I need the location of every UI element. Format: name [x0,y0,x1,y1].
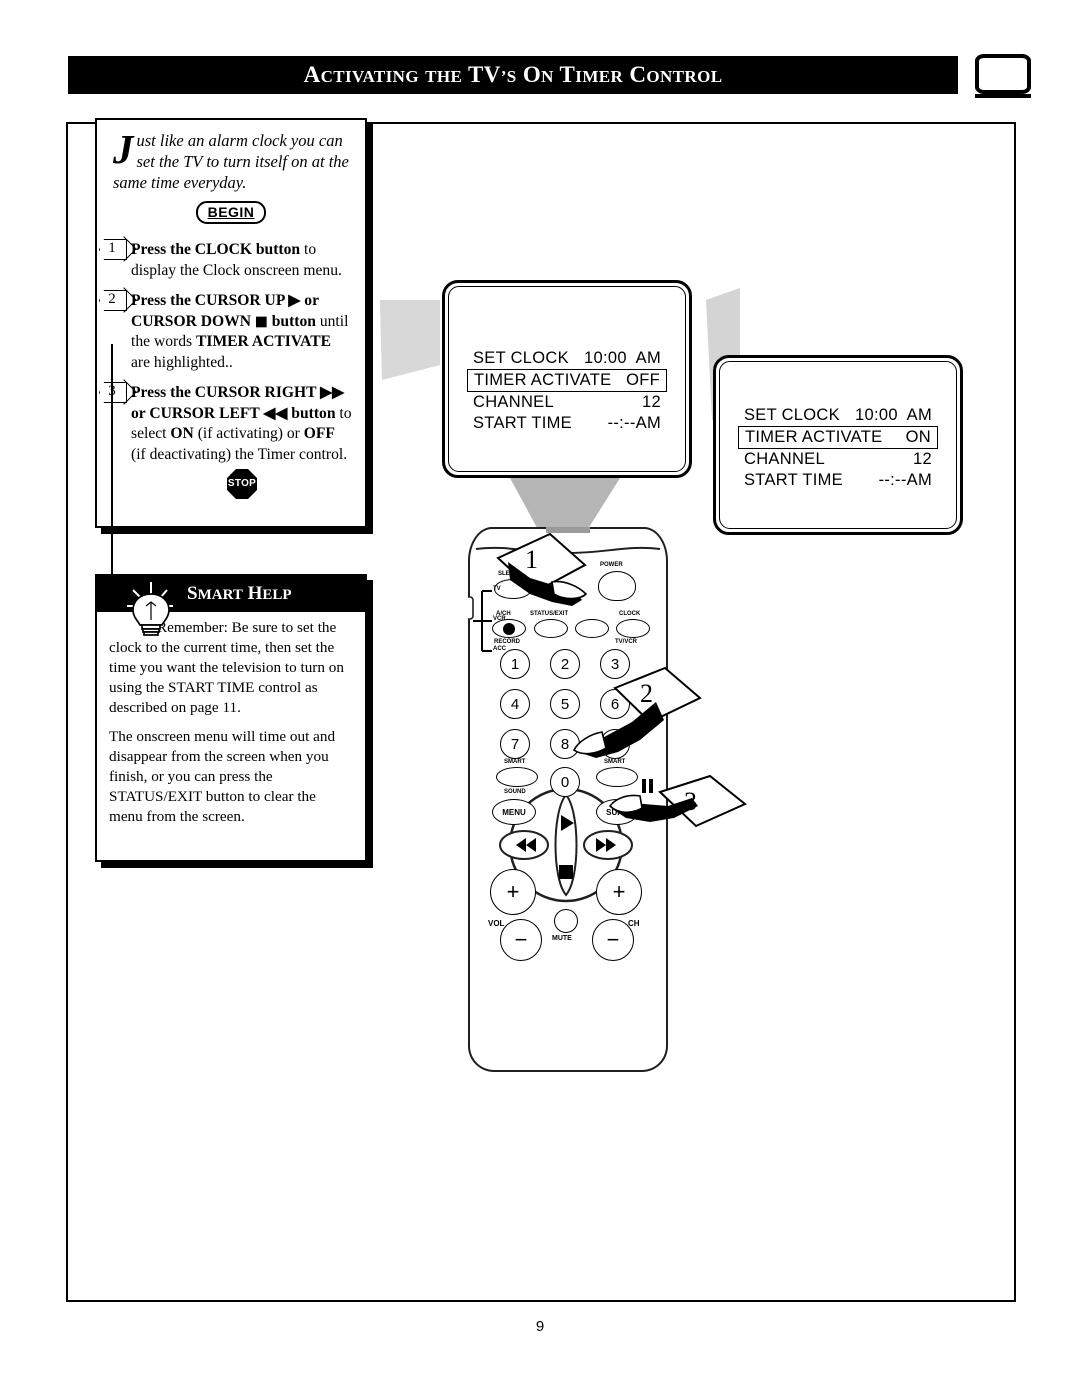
menu-row-channel-1[interactable]: CHANNEL 12 [467,392,667,413]
volume-down-button[interactable]: − [500,919,542,961]
step-3-text: Press the CURSOR RIGHT ▶▶ or CURSOR LEFT… [131,384,352,463]
channel-down-button[interactable]: − [592,919,634,961]
menu-row-timer-activate-2[interactable]: TIMER ACTIVATE ON [738,426,938,449]
stop-badge: STOP [227,469,257,499]
menu-label: CHANNEL [744,450,825,468]
step-2-number: 2 [108,291,116,307]
menu-value: --:--AM [607,414,661,432]
step-1-text: Press the CLOCK button to display the Cl… [131,241,342,279]
mute-button[interactable] [554,909,578,933]
stop-marker-wrap: STOP [131,469,353,499]
smart-help-body: Remember: Be sure to set the clock to th… [97,612,365,827]
smart-help-box: SMART HELP Remember: Be sure to set the … [95,574,367,862]
manual-page: ACTIVATING THE TV’S ON TIMER CONTROL Jus… [0,0,1080,1397]
page-number: 9 [535,1318,545,1335]
menu-label: START TIME [473,414,572,432]
menu-label: SET CLOCK [744,406,840,424]
step-2: 2 Press the CURSOR UP ▶ or CURSOR DOWN ◼… [108,291,353,373]
menu-value: 10:00 AM [855,406,932,424]
television-icon [975,54,1031,98]
menu-row-channel-2[interactable]: CHANNEL 12 [738,449,938,470]
step-3-number: 3 [108,383,116,399]
intro-line-1: ust like an alarm clock you can [136,131,343,150]
begin-marker-wrap: BEGIN [97,201,365,224]
step-2-text: Press the CURSOR UP ▶ or CURSOR DOWN ◼ b… [131,292,349,371]
menu-row-start-time-1[interactable]: START TIME --:--AM [467,413,667,434]
intro-line-3: same time everyday. [113,173,247,192]
menu-value: OFF [626,371,660,389]
callout-number-2: 2 [640,679,653,708]
menu-value: ON [905,428,931,446]
begin-badge: BEGIN [195,201,267,224]
drop-cap: J [113,126,134,172]
page-header-bar: ACTIVATING THE TV’S ON TIMER CONTROL [68,56,958,94]
callout-hand-3: 3 [608,774,747,828]
lightbulb-icon [125,580,189,638]
intro-line-2: set the TV to turn itself on at the [136,152,349,171]
menu-row-set-clock-1[interactable]: SET CLOCK 10:00 AM [467,348,667,369]
step-2-number-badge: 2 [99,290,125,309]
intro-paragraph: Just like an alarm clock you can set the… [97,120,365,193]
menu-row-set-clock-2[interactable]: SET CLOCK 10:00 AM [738,405,938,426]
menu-row-start-time-2[interactable]: START TIME --:--AM [738,470,938,491]
vol-label: VOL [488,919,505,928]
steps-list: 1 Press the CLOCK button to display the … [97,224,365,620]
menu-value: 12 [642,393,661,411]
smart-help-paragraph-2: The onscreen menu will time out and disa… [109,728,336,825]
menu-value: --:--AM [878,471,932,489]
callout-number-1: 1 [525,545,538,574]
menu-value: 12 [913,450,932,468]
menu-label: TIMER ACTIVATE [745,428,883,446]
step-1-number: 1 [108,240,116,256]
onscreen-menu-1: SET CLOCK 10:00 AM TIMER ACTIVATE OFF CH… [460,348,674,434]
page-title: ACTIVATING THE TV’S ON TIMER CONTROL [303,62,723,87]
menu-value: 10:00 AM [584,349,661,367]
step-1-number-badge: 1 [99,239,125,258]
step-3-number-badge: 3 [99,382,125,401]
step-3: 3 Press the CURSOR RIGHT ▶▶ or CURSOR LE… [108,383,353,465]
smart-help-title: SMART HELP [187,583,292,604]
menu-label: TIMER ACTIVATE [474,371,612,389]
step-1: 1 Press the CLOCK button to display the … [108,240,353,281]
menu-row-timer-activate-1[interactable]: TIMER ACTIVATE OFF [467,369,667,392]
tv-screen-menu-2: SET CLOCK 10:00 AM TIMER ACTIVATE ON CHA… [713,355,963,535]
mute-label: MUTE [552,935,572,942]
onscreen-menu-2: SET CLOCK 10:00 AM TIMER ACTIVATE ON CHA… [731,405,945,491]
menu-label: CHANNEL [473,393,554,411]
menu-label: START TIME [744,471,843,489]
instruction-box: Just like an alarm clock you can set the… [95,118,367,620]
menu-label: SET CLOCK [473,349,569,367]
smart-help-header: SMART HELP [97,576,365,636]
tv-screen-menu-1: SET CLOCK 10:00 AM TIMER ACTIVATE OFF CH… [442,280,692,478]
